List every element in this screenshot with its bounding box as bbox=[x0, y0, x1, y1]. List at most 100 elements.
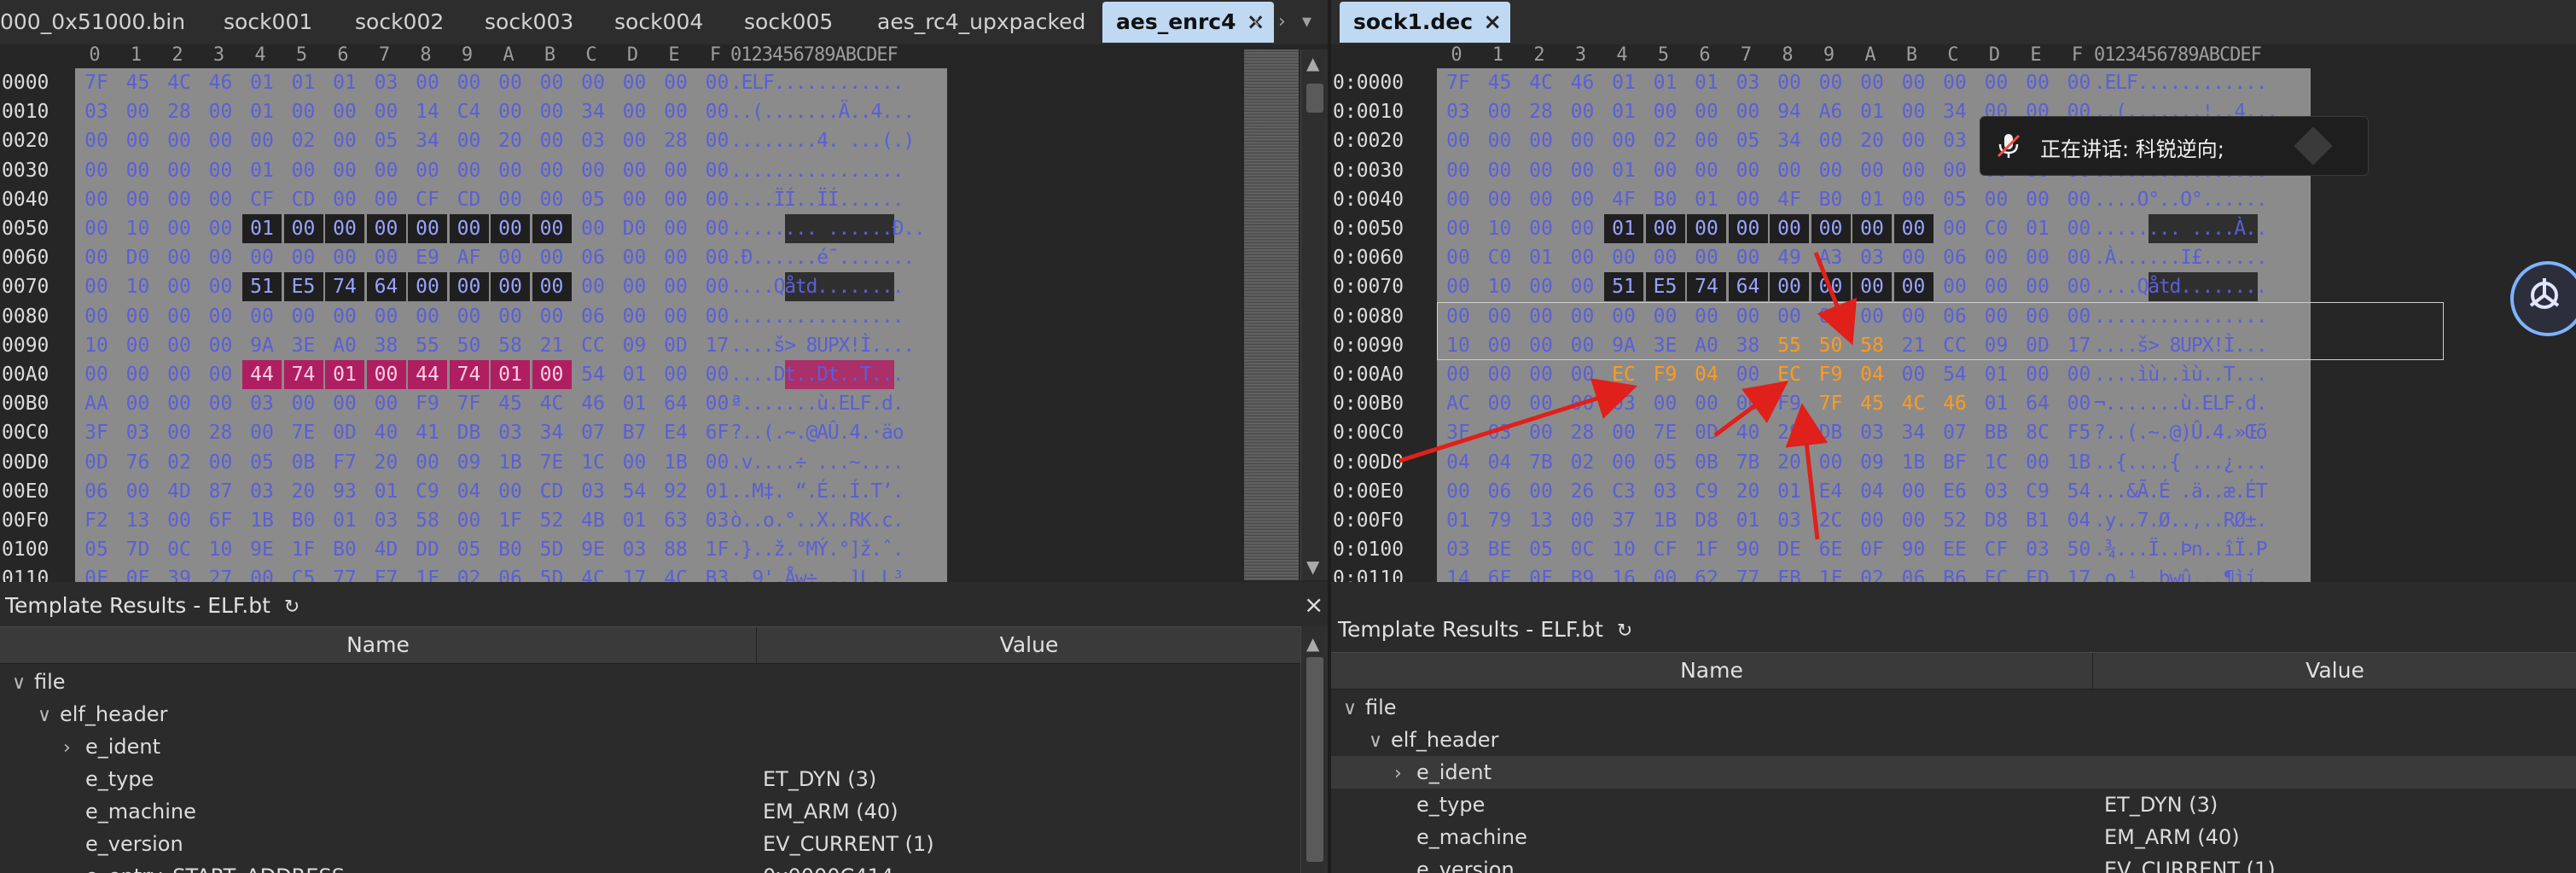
hex-byte[interactable]: 92 bbox=[656, 477, 695, 506]
scroll-thumb[interactable] bbox=[1306, 657, 1323, 862]
hex-byte[interactable]: 00 bbox=[119, 97, 158, 126]
hex-byte[interactable]: 1B bbox=[491, 448, 530, 477]
hex-byte[interactable]: 06 bbox=[573, 243, 613, 272]
hex-byte[interactable]: 03 bbox=[573, 126, 613, 155]
hex-byte[interactable]: 00 bbox=[201, 448, 241, 477]
hex-byte[interactable]: 00 bbox=[284, 156, 323, 185]
hex-byte[interactable]: 00 bbox=[119, 302, 158, 331]
hex-byte[interactable]: CF bbox=[408, 185, 447, 214]
ascii-row[interactable]: ª.......ù.ELF.d. bbox=[730, 389, 904, 418]
hex-byte[interactable]: 4C bbox=[573, 564, 613, 582]
hex-byte[interactable]: 01 bbox=[325, 68, 364, 97]
scroll-thumb[interactable] bbox=[1306, 84, 1323, 113]
tree-row-e-machine[interactable]: e_machine bbox=[1331, 821, 2576, 853]
hex-byte[interactable]: 1B bbox=[242, 506, 282, 535]
hex-byte[interactable]: 00 bbox=[532, 360, 572, 389]
hex-byte[interactable]: 54 bbox=[573, 360, 613, 389]
hex-byte[interactable]: 00 bbox=[656, 360, 695, 389]
hex-byte[interactable]: 00 bbox=[119, 360, 158, 389]
hex-byte[interactable]: 00 bbox=[656, 214, 695, 243]
hex-row[interactable]: 00 00 00 00 00 00 00 00 00 00 00 00 06 00 00 00 bbox=[75, 302, 737, 331]
hex-row[interactable]: 00 00 00 00 44 74 01 00 44 74 01 00 54 01 00 00 bbox=[75, 360, 737, 389]
hex-byte[interactable]: 7D bbox=[119, 535, 158, 564]
hex-byte[interactable]: 45 bbox=[491, 389, 530, 418]
hex-byte[interactable]: 00 bbox=[242, 243, 282, 272]
hex-byte[interactable]: 00 bbox=[77, 302, 116, 331]
hex-byte[interactable]: 93 bbox=[325, 477, 364, 506]
hex-byte[interactable]: 00 bbox=[615, 156, 654, 185]
hex-byte[interactable]: 00 bbox=[119, 126, 158, 155]
ascii-row[interactable]: ..M‡. “.É..Í.T’. bbox=[730, 477, 904, 506]
hex-byte[interactable]: 20 bbox=[367, 448, 406, 477]
hex-byte[interactable]: 00 bbox=[656, 243, 695, 272]
scroll-down-icon[interactable]: ▼ bbox=[1306, 556, 1319, 577]
hex-byte[interactable]: 10 bbox=[119, 214, 158, 243]
hex-byte[interactable]: 20 bbox=[284, 477, 323, 506]
ascii-row[interactable]: ?..(.~.@AÛ.4.·äo bbox=[730, 418, 904, 447]
hex-byte[interactable]: 4B bbox=[573, 506, 613, 535]
hex-byte[interactable]: 00 bbox=[615, 243, 654, 272]
hex-byte[interactable]: 00 bbox=[201, 360, 241, 389]
hex-byte[interactable]: 00 bbox=[77, 185, 116, 214]
hex-byte[interactable]: 05 bbox=[450, 535, 489, 564]
ascii-row[interactable]: ................ bbox=[730, 302, 904, 331]
file-overview-minimap[interactable] bbox=[1244, 49, 1299, 580]
hex-byte[interactable]: 34 bbox=[532, 418, 572, 447]
hex-byte[interactable]: 54 bbox=[615, 477, 654, 506]
hex-byte[interactable]: 1F bbox=[408, 564, 447, 582]
hex-byte[interactable]: 02 bbox=[160, 448, 199, 477]
hex-byte[interactable]: 21 bbox=[532, 331, 572, 360]
hex-byte[interactable]: 01 bbox=[615, 506, 654, 535]
hex-byte[interactable]: 00 bbox=[325, 302, 364, 331]
hex-byte[interactable]: 76 bbox=[119, 448, 158, 477]
hex-byte[interactable]: 7E bbox=[284, 418, 323, 447]
ascii-row[interactable]: .ELF............ bbox=[730, 68, 904, 97]
hex-byte[interactable]: 00 bbox=[532, 272, 572, 302]
hex-byte[interactable]: 00 bbox=[573, 156, 613, 185]
hex-byte[interactable]: 34 bbox=[408, 126, 447, 155]
tab-aes-rc4-upxpacked[interactable]: aes_rc4_upxpacked bbox=[877, 2, 1085, 43]
hex-byte[interactable]: 00 bbox=[160, 156, 199, 185]
hex-byte[interactable]: 00 bbox=[77, 243, 116, 272]
hex-byte[interactable]: 10 bbox=[119, 272, 158, 301]
hex-byte[interactable]: DB bbox=[450, 418, 489, 447]
hex-byte[interactable]: 00 bbox=[532, 156, 572, 185]
hex-row[interactable]: 0F 0F 39 27 00 C5 77 F7 1F 02 06 5D 4C 17 4C B3 bbox=[75, 564, 737, 582]
hex-byte[interactable]: 00 bbox=[367, 185, 406, 214]
hex-byte[interactable]: 6F bbox=[201, 506, 241, 535]
ascii-row[interactable]: ....š> 8UPX!Ì.... bbox=[730, 331, 915, 360]
chevron-down-icon[interactable]: ∨ bbox=[1343, 693, 1362, 725]
hex-row[interactable]: 00 00 00 00 CF CD 00 00 CF CD 00 00 05 00 00 00 bbox=[75, 185, 737, 214]
hex-byte[interactable]: 01 bbox=[284, 68, 323, 97]
hex-byte[interactable]: CC bbox=[573, 331, 613, 360]
hex-byte[interactable]: DD bbox=[408, 535, 447, 564]
hex-byte[interactable]: 77 bbox=[325, 564, 364, 582]
hex-byte[interactable]: 4C bbox=[656, 564, 695, 582]
hex-row[interactable]: F2 13 00 6F 1B B0 01 03 58 00 1F 52 4B 01 63 03 bbox=[75, 506, 737, 535]
hex-byte[interactable]: D0 bbox=[119, 243, 158, 272]
hex-byte[interactable]: 00 bbox=[615, 126, 654, 155]
hex-byte[interactable]: 0F bbox=[77, 564, 116, 582]
hex-row[interactable]: 7F 45 4C 46 01 01 01 03 00 00 00 00 00 00 00 00 bbox=[75, 68, 737, 97]
hex-byte[interactable]: 41 bbox=[408, 418, 447, 447]
hex-byte[interactable]: 00 bbox=[615, 448, 654, 477]
hex-byte[interactable]: F2 bbox=[77, 506, 116, 535]
hex-byte[interactable]: 40 bbox=[367, 418, 406, 447]
hex-byte[interactable]: 00 bbox=[656, 68, 695, 97]
hex-byte[interactable]: 00 bbox=[325, 389, 364, 418]
hex-byte[interactable]: 9A bbox=[242, 331, 282, 360]
hex-byte[interactable]: CD bbox=[284, 185, 323, 214]
hex-byte[interactable]: 00 bbox=[367, 243, 406, 272]
hex-byte[interactable]: 74 bbox=[283, 360, 323, 389]
hex-byte[interactable]: 00 bbox=[408, 302, 447, 331]
hex-byte[interactable]: 00 bbox=[450, 68, 489, 97]
hex-byte[interactable]: 07 bbox=[573, 418, 613, 447]
hex-byte[interactable]: 00 bbox=[491, 68, 530, 97]
hex-byte[interactable]: 64 bbox=[656, 389, 695, 418]
tree-row-e-machine[interactable]: e_machine bbox=[0, 795, 1300, 828]
tab-prev-icon[interactable]: ‹ bbox=[1253, 5, 1260, 39]
hex-byte[interactable]: 1F bbox=[284, 535, 323, 564]
hex-byte[interactable]: 0D bbox=[656, 331, 695, 360]
hex-byte[interactable]: 63 bbox=[656, 506, 695, 535]
hex-byte[interactable]: 87 bbox=[201, 477, 241, 506]
